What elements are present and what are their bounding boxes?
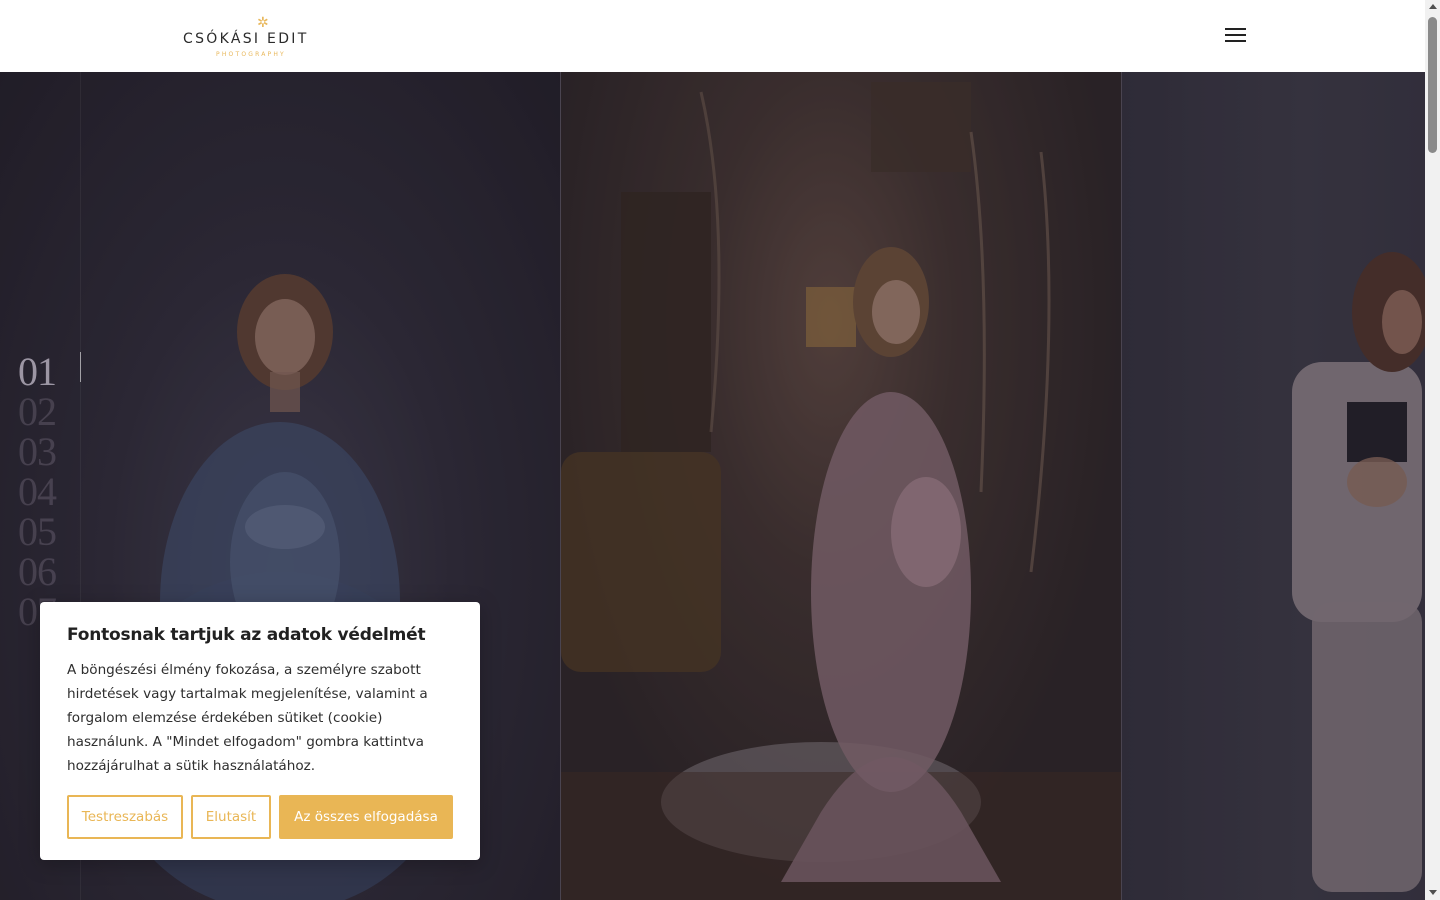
hamburger-icon[interactable]	[1224, 26, 1248, 44]
cookie-consent-dialog: Fontosnak tartjuk az adatok védelmét A b…	[40, 602, 480, 860]
slide-photo-white-suit[interactable]	[1122, 72, 1425, 900]
site-header: ✲ CSÓKÁSI EDIT PHOTOGRAPHY	[0, 0, 1425, 72]
slide-number-01[interactable]: 01	[18, 352, 88, 392]
cookie-buttons: Testreszabás Elutasít Az összes elfogadá…	[67, 795, 453, 839]
site-logo[interactable]: ✲ CSÓKÁSI EDIT PHOTOGRAPHY	[183, 16, 323, 60]
logo-subtitle: PHOTOGRAPHY	[216, 51, 286, 58]
logo-star-icon: ✲	[257, 15, 269, 31]
slide-overlay	[1122, 72, 1425, 900]
customize-button[interactable]: Testreszabás	[67, 795, 183, 839]
slide-number-04[interactable]: 04	[18, 472, 88, 512]
scroll-down-arrow-icon[interactable]	[1429, 890, 1437, 895]
slider-pagination: 01 02 03 04 05 06 07	[18, 352, 88, 632]
scroll-up-arrow-icon[interactable]	[1429, 4, 1437, 9]
slide-number-06[interactable]: 06	[18, 552, 88, 592]
logo-name: CSÓKÁSI EDIT	[183, 31, 309, 47]
scroll-thumb[interactable]	[1428, 17, 1437, 153]
page-scrollbar[interactable]	[1425, 0, 1440, 900]
reject-button[interactable]: Elutasít	[191, 795, 271, 839]
slide-number-03[interactable]: 03	[18, 432, 88, 472]
cookie-description: A böngészési élmény fokozása, a személyr…	[67, 662, 428, 774]
accept-all-button[interactable]: Az összes elfogadása	[279, 795, 453, 839]
slide-number-02[interactable]: 02	[18, 392, 88, 432]
slide-number-05[interactable]: 05	[18, 512, 88, 552]
cookie-title: Fontosnak tartjuk az adatok védelmét	[67, 625, 426, 645]
slide-photo-pink-dress[interactable]	[560, 72, 1122, 900]
slide-overlay	[561, 72, 1121, 900]
